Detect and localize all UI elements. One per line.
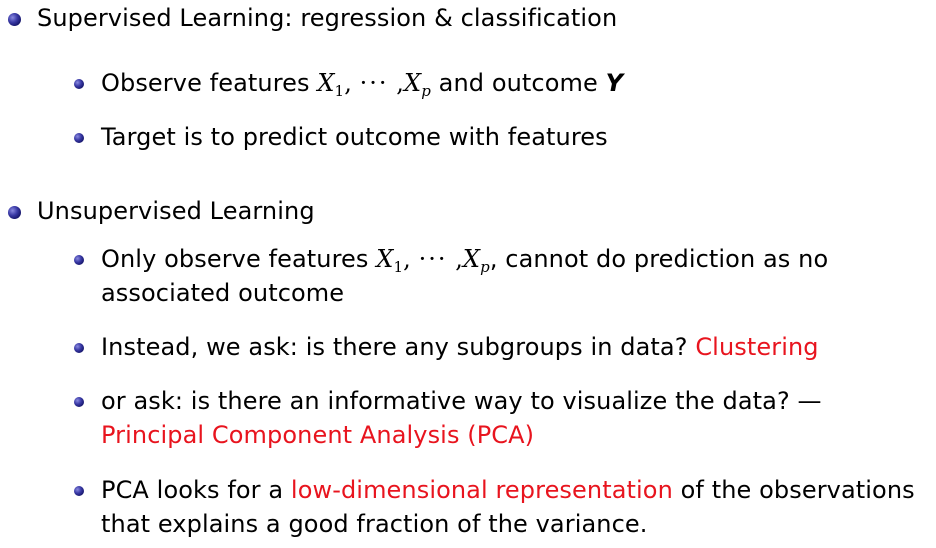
bullet-icon [74, 255, 84, 265]
math-dots: ··· [359, 69, 389, 97]
math-subscript: 1 [334, 82, 345, 100]
item-text: Only observe features [101, 245, 377, 273]
math-var: X [404, 69, 422, 97]
section-heading-supervised: Supervised Learning: regression & classi… [37, 4, 618, 32]
item-text: of the observations [672, 476, 915, 504]
list-item-observe-features: Observe features X1, ··· ,Xp and outcome… [101, 68, 624, 100]
math-sep: , [344, 69, 352, 97]
list-item-target: Target is to predict outcome with featur… [101, 123, 608, 151]
math-outcome-y: Y [605, 69, 624, 97]
math-subscript: p [421, 82, 431, 100]
math-subscript: p [480, 258, 490, 276]
item-text: Instead, we ask: is there any subgroups … [101, 333, 696, 361]
list-item-only-observe-line2: associated outcome [101, 279, 345, 307]
bullet-icon [74, 486, 84, 496]
bullet-icon [8, 206, 21, 219]
math-sep: , [403, 245, 411, 273]
list-item-pca-looks-line2: that explains a good fraction of the var… [101, 510, 648, 538]
item-text: PCA looks for a [101, 476, 291, 504]
list-item-only-observe: Only observe features X1, ··· ,Xp, canno… [101, 244, 829, 276]
math-var: X [462, 245, 481, 273]
slide: Supervised Learning: regression & classi… [0, 0, 936, 548]
math-sep: , [455, 245, 463, 273]
list-item-or-ask: or ask: is there an informative way to v… [101, 387, 822, 415]
math-features: X1, ··· ,Xp [376, 245, 490, 276]
highlight-low-dimensional: low-dimensional representation [290, 476, 673, 504]
math-var: X [376, 245, 394, 273]
highlight-pca: Principal Component Analysis (PCA) [101, 421, 535, 449]
list-item-instead: Instead, we ask: is there any subgroups … [101, 332, 819, 362]
bullet-icon [74, 397, 84, 407]
bullet-icon [74, 343, 84, 353]
math-features: X1, ··· ,Xp [317, 69, 431, 100]
bullet-icon [74, 133, 84, 143]
math-subscript: 1 [393, 258, 404, 276]
item-text: Observe features [101, 69, 318, 97]
math-dots: ··· [418, 245, 448, 273]
section-heading-unsupervised: Unsupervised Learning [37, 197, 315, 225]
list-item-pca-looks: PCA looks for a low-dimensional represen… [101, 475, 915, 505]
math-var: X [317, 69, 335, 97]
highlight-clustering: Clustering [695, 333, 819, 361]
item-text: and outcome [430, 69, 606, 97]
math-sep: , [396, 69, 405, 97]
bullet-icon [74, 79, 84, 89]
item-text: , cannot do prediction as no [489, 245, 829, 273]
bullet-icon [8, 13, 21, 26]
